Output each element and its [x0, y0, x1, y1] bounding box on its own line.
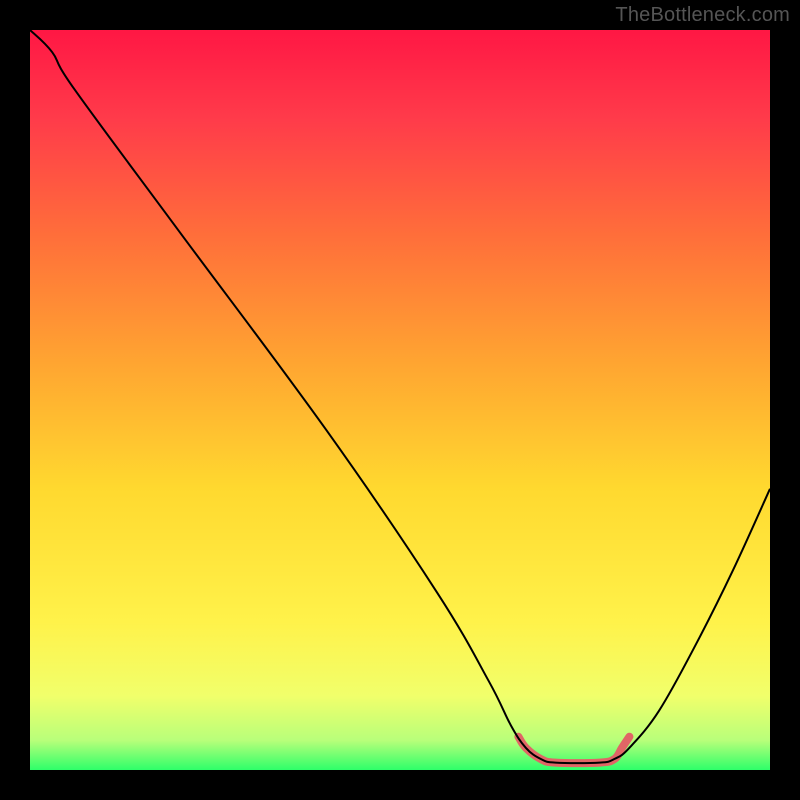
- chart-background: [30, 30, 770, 770]
- watermark-text: TheBottleneck.com: [615, 4, 790, 27]
- chart-svg: [30, 30, 770, 770]
- chart-plot-area: [30, 30, 770, 770]
